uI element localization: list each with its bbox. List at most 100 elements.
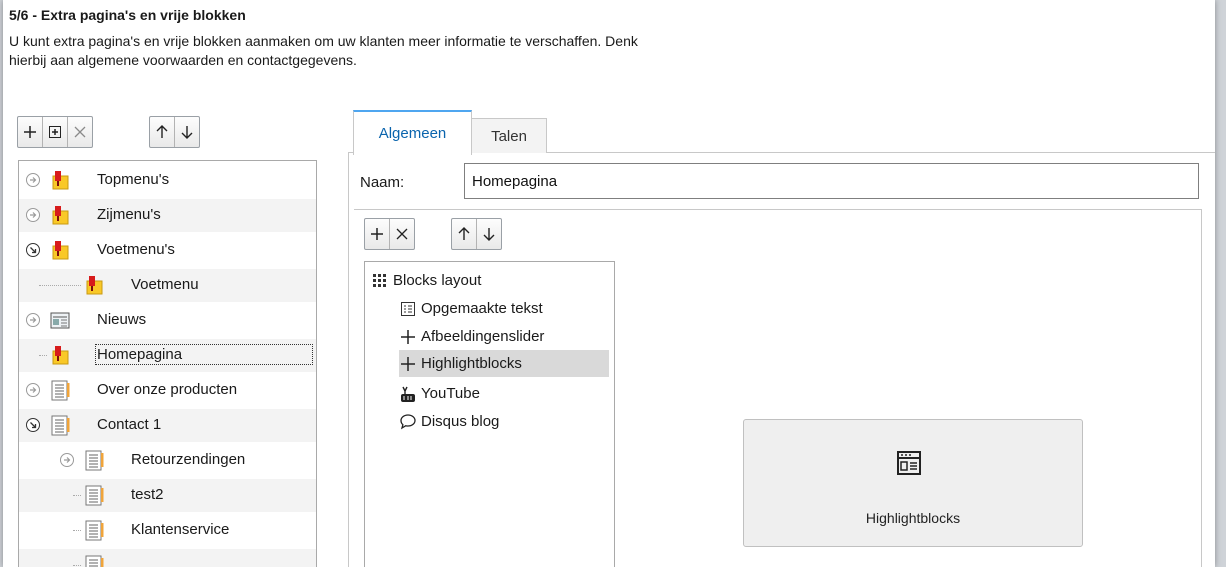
grid-icon <box>373 273 386 287</box>
collapse-toggle-icon[interactable] <box>25 242 41 258</box>
move-block-down-button[interactable] <box>477 219 501 249</box>
tree-item[interactable]: Voetmenu's <box>19 234 316 267</box>
tree-item[interactable]: Voetmenu <box>19 269 316 302</box>
block-item-label: Opgemaakte tekst <box>421 300 543 317</box>
add-child-button[interactable] <box>43 117 68 147</box>
expand-toggle-icon[interactable] <box>25 207 41 223</box>
expand-toggle-icon[interactable] <box>25 172 41 188</box>
name-input[interactable] <box>464 163 1199 199</box>
block-item-highlightblocks[interactable]: Highlightblocks <box>399 350 609 377</box>
formatted-text-icon <box>401 301 415 316</box>
move-block-up-button[interactable] <box>452 219 477 249</box>
app-window: 5/6 - Extra pagina's en vrije blokken U … <box>3 0 1215 567</box>
menu-pin-icon <box>52 241 69 260</box>
blocks-list[interactable]: Blocks layout Opgemaakte tekst Afbeeldin… <box>364 261 615 567</box>
block-item-youtube[interactable]: YouTube <box>399 380 480 407</box>
tree-item[interactable] <box>19 549 316 567</box>
page-icon <box>85 520 104 541</box>
block-item-label: Disqus blog <box>421 413 500 430</box>
tree-item-label: Over onze producten <box>97 381 238 398</box>
tree-connector-line <box>73 565 81 566</box>
tree-item[interactable]: Contact 1 <box>19 409 316 442</box>
tree-item-label: Contact 1 <box>97 416 162 433</box>
tree-item-label: Voetmenu's <box>97 241 175 258</box>
block-item-formatted-text[interactable]: Opgemaakte tekst <box>399 295 543 322</box>
menu-pin-icon <box>86 276 103 295</box>
close-icon <box>74 126 86 138</box>
tree-item-label: Zijmenu's <box>97 206 161 223</box>
expand-toggle-icon[interactable] <box>25 312 41 328</box>
preview-label: Highlightblocks <box>865 510 961 526</box>
block-item-blocks-layout[interactable]: Blocks layout <box>371 267 481 294</box>
menu-pin-icon <box>52 206 69 225</box>
expand-toggle-icon[interactable] <box>25 382 41 398</box>
plus-icon <box>371 228 383 240</box>
close-icon <box>396 228 408 240</box>
tree-item-label: Klantenservice <box>131 521 230 538</box>
tree-item[interactable]: test2 <box>19 479 316 512</box>
boxed-plus-icon <box>49 126 61 138</box>
delete-block-button[interactable] <box>390 219 414 249</box>
description-line-1: U kunt extra pagina's en vrije blokken a… <box>9 33 638 49</box>
tree-item-label: test2 <box>131 486 164 503</box>
plus-icon <box>401 356 415 371</box>
tree-item[interactable]: Zijmenu's <box>19 199 316 232</box>
tree-item-label: Retourzendingen <box>131 451 246 468</box>
page-icon <box>51 380 70 401</box>
step-title: 5/6 - Extra pagina's en vrije blokken <box>9 7 246 23</box>
arrow-down-icon <box>181 126 193 139</box>
tree-item-label: Voetmenu <box>131 276 199 293</box>
expand-toggle-icon[interactable] <box>59 452 75 468</box>
tree-connector-line <box>73 495 81 496</box>
tree-toolbar-edit <box>17 116 93 148</box>
arrow-up-icon <box>156 125 168 138</box>
block-item-label: Highlightblocks <box>421 355 522 372</box>
speech-bubble-icon <box>400 413 416 429</box>
youtube-icon <box>401 386 415 402</box>
tree-toolbar-order <box>149 116 200 148</box>
arrow-down-icon <box>483 228 495 241</box>
block-item-label: YouTube <box>421 385 480 402</box>
move-up-button[interactable] <box>150 117 175 147</box>
block-item-disqus-blog[interactable]: Disqus blog <box>399 408 499 435</box>
plus-icon <box>401 329 415 344</box>
tree-connector-line <box>39 355 47 356</box>
blocks-toolbar-order <box>451 218 502 250</box>
block-item-label: Afbeeldingenslider <box>421 328 545 345</box>
tree-item-label: Nieuws <box>97 311 147 328</box>
tree-connector-line <box>73 530 81 531</box>
name-label: Naam: <box>360 174 405 191</box>
add-button[interactable] <box>18 117 43 147</box>
block-item-image-slider[interactable]: Afbeeldingenslider <box>399 323 544 350</box>
arrow-up-icon <box>458 227 470 240</box>
blocks-toolbar-edit <box>364 218 415 250</box>
tree-item-label: Topmenu's <box>97 171 170 188</box>
plus-icon <box>24 126 36 138</box>
tab-general[interactable]: Algemeen <box>353 110 472 155</box>
page-icon <box>85 450 104 471</box>
page-icon <box>51 415 70 436</box>
delete-button[interactable] <box>68 117 92 147</box>
menu-pin-icon <box>52 171 69 190</box>
page-icon <box>85 485 104 506</box>
tree-item-label: Homepagina <box>95 344 313 365</box>
description-line-2: hierbij aan algemene voorwaarden en cont… <box>9 52 357 68</box>
page-tree[interactable]: Topmenu's Zijmenu's Voetmenu's Voetmenu Nieu… <box>18 160 317 567</box>
page-icon <box>85 555 104 567</box>
add-block-button[interactable] <box>365 219 390 249</box>
tree-item[interactable]: Topmenu's <box>19 164 316 197</box>
move-down-button[interactable] <box>175 117 199 147</box>
tree-item[interactable]: Retourzendingen <box>19 444 316 477</box>
tree-scrollbar[interactable] <box>316 161 317 567</box>
block-item-label: Blocks layout <box>393 272 482 289</box>
highlightblocks-icon <box>897 451 921 475</box>
tree-connector-line <box>39 285 81 286</box>
collapse-toggle-icon[interactable] <box>25 417 41 433</box>
tree-item[interactable]: Nieuws <box>19 304 316 337</box>
tab-languages[interactable]: Talen <box>471 118 547 153</box>
tree-item[interactable]: Homepagina <box>19 339 316 372</box>
menu-pin-icon <box>52 346 69 365</box>
tree-item[interactable]: Over onze producten <box>19 374 316 407</box>
tree-item[interactable]: Klantenservice <box>19 514 316 547</box>
preview-card[interactable]: Highlightblocks <box>743 419 1083 547</box>
